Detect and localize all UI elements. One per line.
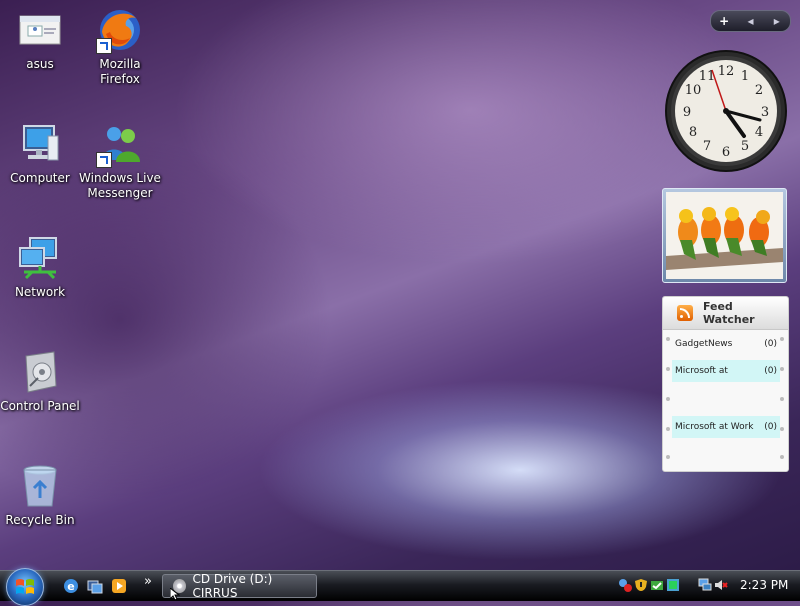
binder-ring	[666, 367, 670, 371]
feed-name: Microsoft at Work	[675, 422, 754, 432]
media-player-icon[interactable]	[110, 577, 128, 595]
taskbar-clock[interactable]: 2:23 PM	[740, 578, 788, 592]
slideshow-gadget[interactable]	[662, 188, 787, 283]
desktop-icon-label: Mozilla Firefox	[99, 57, 141, 86]
feed-watcher-gadget: Feed Watcher GadgetNews (0) Microsoft at…	[662, 296, 789, 472]
quick-launch-chevron[interactable]: »	[144, 574, 152, 589]
parrots-photo	[666, 192, 783, 279]
binder-ring	[666, 337, 670, 341]
svg-text:1: 1	[741, 69, 749, 84]
internet-explorer-icon[interactable]: e	[62, 577, 80, 595]
computer-icon	[16, 120, 64, 168]
feed-watcher-title: Feed Watcher	[702, 300, 755, 326]
control-panel-icon	[16, 348, 64, 396]
binder-ring	[666, 397, 670, 401]
desktop-icon-label: Computer	[10, 171, 70, 185]
security-shield-icon[interactable]	[634, 578, 648, 592]
sidebar-controls: + ◂ ▸	[710, 10, 791, 32]
previous-page-button[interactable]: ◂	[739, 14, 761, 28]
svg-text:e: e	[67, 580, 74, 593]
feed-count: (0)	[764, 366, 777, 376]
shortcut-arrow-icon	[96, 152, 112, 168]
feed-watcher-header[interactable]: Feed Watcher	[663, 297, 788, 330]
rss-icon	[677, 305, 693, 321]
windows-logo-icon	[16, 579, 34, 594]
svg-text:4: 4	[755, 125, 763, 140]
update-icon[interactable]	[650, 578, 664, 592]
desktop-icon-label: Control Panel	[0, 399, 80, 413]
recycle-bin-icon	[16, 462, 64, 510]
desktop-icon-control-panel[interactable]: Control Panel	[0, 348, 82, 414]
switch-windows-icon[interactable]	[86, 577, 104, 595]
desktop-icon-messenger[interactable]: Windows Live Messenger	[78, 120, 162, 201]
taskbar-button-label: CD Drive (D:) CIRRUS	[192, 572, 273, 600]
mouse-cursor-icon	[170, 588, 180, 600]
feed-count: (0)	[764, 339, 777, 349]
binder-ring	[666, 455, 670, 459]
start-button[interactable]	[6, 568, 44, 606]
svg-text:3: 3	[761, 105, 769, 120]
network-status-icon[interactable]	[698, 578, 712, 592]
desktop-icon-label: Windows Live Messenger	[79, 171, 161, 200]
feed-item[interactable]: Microsoft at Work (0)	[672, 416, 780, 438]
feed-count: (0)	[764, 422, 777, 432]
desktop-icon-network[interactable]: Network	[0, 234, 82, 300]
desktop-icon-computer[interactable]: Computer	[0, 120, 82, 186]
next-page-button[interactable]: ▸	[766, 14, 788, 28]
binder-ring	[780, 397, 784, 401]
network-warning-icon[interactable]	[618, 578, 632, 592]
taskbar-button-cd-drive[interactable]: CD Drive (D:) CIRRUS	[162, 572, 317, 600]
volume-muted-icon[interactable]	[714, 578, 728, 592]
desktop-icon-label: Recycle Bin	[5, 513, 75, 527]
device-icon[interactable]	[666, 578, 680, 592]
clock-gadget[interactable]: 12 1 2 3 4 5 6 7 8 9 10 11	[662, 48, 790, 174]
firefox-icon	[96, 6, 144, 54]
svg-text:9: 9	[683, 105, 691, 120]
binder-ring	[666, 427, 670, 431]
add-gadget-button[interactable]: +	[713, 14, 735, 28]
feed-item[interactable]: GadgetNews (0)	[672, 333, 780, 355]
binder-ring	[780, 367, 784, 371]
feed-name: Microsoft at	[675, 366, 728, 376]
svg-text:12: 12	[718, 64, 735, 79]
taskbar: e » CD Drive (D:) CIRRUS 2:23 PM	[0, 568, 800, 606]
svg-text:2: 2	[755, 83, 763, 98]
svg-text:6: 6	[722, 145, 730, 160]
binder-ring	[780, 455, 784, 459]
desktop-icon-recycle-bin[interactable]: Recycle Bin	[0, 462, 82, 528]
feed-name: GadgetNews	[675, 339, 733, 349]
desktop-icon-label: Network	[14, 285, 66, 299]
svg-text:8: 8	[689, 125, 697, 140]
messenger-icon	[96, 120, 144, 168]
desktop-icon-firefox[interactable]: Mozilla Firefox	[78, 6, 162, 87]
shortcut-arrow-icon	[96, 38, 112, 54]
svg-text:5: 5	[741, 139, 749, 154]
svg-text:10: 10	[685, 83, 702, 98]
binder-ring	[780, 427, 784, 431]
desktop-icon-asus[interactable]: asus	[0, 6, 82, 72]
binder-ring	[780, 337, 784, 341]
network-icon	[16, 234, 64, 282]
user-folder-icon	[16, 6, 64, 54]
feed-item[interactable]: Microsoft at (0)	[672, 360, 780, 382]
svg-text:7: 7	[703, 139, 711, 154]
desktop-icon-label: asus	[26, 57, 54, 71]
